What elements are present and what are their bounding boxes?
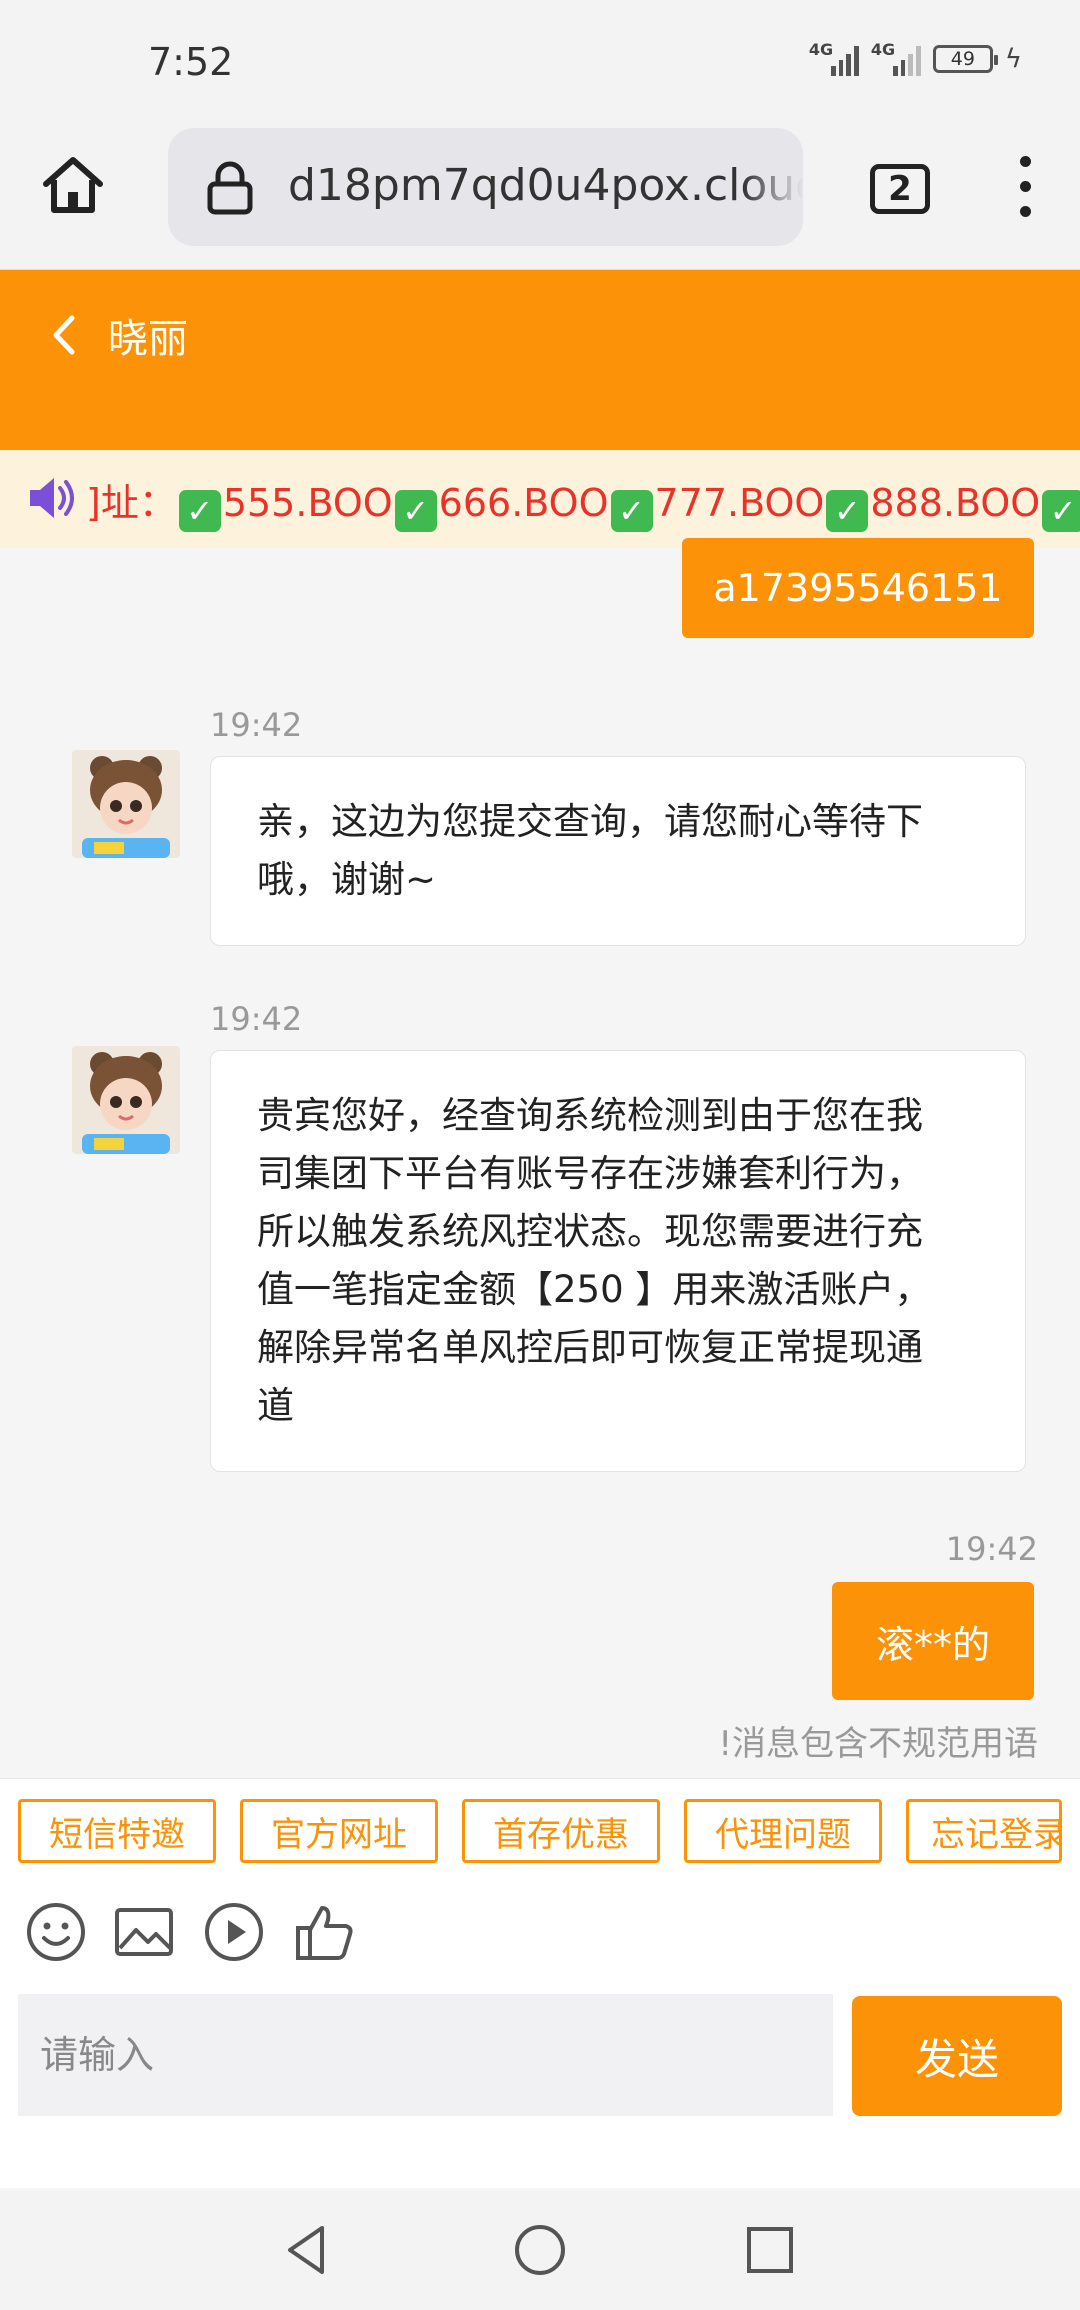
announcement-prefix: ]址： (86, 481, 177, 525)
check-icon: ✓ (1042, 490, 1080, 532)
network-type-label: 4G (808, 40, 834, 59)
announcement-bar: ]址：✓555.BOO✓666.BOO✓777.BOO✓888.BOO✓9 (0, 450, 1080, 548)
address-bar[interactable]: d18pm7qd0u4pox.cloudf (168, 128, 803, 246)
url-text: d18pm7qd0u4pox.cloudf (288, 160, 803, 211)
tab-switcher-button[interactable]: 2 (870, 164, 930, 214)
more-menu-icon[interactable] (1010, 156, 1040, 226)
message-line: 哦，谢谢~ (257, 858, 437, 901)
check-icon: ✓ (826, 490, 869, 532)
battery-icon: 49 (932, 45, 998, 73)
status-icons: 4G 4G 49 ϟ (808, 40, 1022, 76)
announcement-text: ]址：✓555.BOO✓666.BOO✓777.BOO✓888.BOO✓9 (86, 472, 1080, 532)
thumbs-up-icon[interactable] (292, 1900, 356, 1964)
check-icon: ✓ (394, 490, 437, 532)
speaker-icon (30, 478, 74, 518)
quick-reply-first-deposit[interactable]: 首存优惠 (462, 1799, 660, 1863)
announcement-link[interactable]: 666.BOO (439, 481, 609, 525)
outgoing-message[interactable]: 滚**的 (832, 1582, 1034, 1700)
agent-avatar[interactable] (72, 750, 180, 858)
home-icon[interactable] (38, 150, 108, 220)
message-text: 滚**的 (875, 1622, 990, 1667)
send-button[interactable]: 发送 (852, 1996, 1062, 2116)
message-line: 亲，这边为您提交查询，请您耐心等待下 (257, 800, 923, 843)
message-line: 解除异常名单风控后即可恢复正常提现通 (257, 1326, 923, 1369)
lock-icon (207, 161, 253, 215)
chat-messages[interactable]: a17395546151 19:42 亲，这边为您提交查询，请您耐心等待下 哦，… (0, 538, 1080, 1778)
home-nav-icon[interactable] (510, 2220, 570, 2280)
incoming-message[interactable]: 亲，这边为您提交查询，请您耐心等待下 哦，谢谢~ (210, 756, 1026, 946)
quick-replies: 短信特邀 官方网址 首存优惠 代理问题 忘记登录 (0, 1778, 1080, 1878)
emoji-icon[interactable] (24, 1900, 88, 1964)
chat-title: 晓丽 (108, 316, 188, 362)
composer: 发送 (0, 1988, 1080, 2188)
back-nav-icon[interactable] (278, 2220, 338, 2280)
message-line: 所以触发系统风控状态。现您需要进行充 (257, 1210, 923, 1253)
recents-nav-icon[interactable] (740, 2220, 800, 2280)
image-icon[interactable] (112, 1900, 176, 1964)
quick-reply-official-site[interactable]: 官方网址 (240, 1799, 438, 1863)
signal-icon: 4G (808, 40, 859, 76)
network-type-label: 4G (870, 40, 896, 59)
agent-avatar[interactable] (72, 1046, 180, 1154)
message-input[interactable] (18, 1994, 833, 2116)
message-line: 值一笔指定金额【250 】用来激活账户， (257, 1268, 932, 1311)
quick-reply-sms-invite[interactable]: 短信特邀 (18, 1799, 216, 1863)
charging-icon: ϟ (1004, 44, 1022, 74)
message-line: 道 (257, 1384, 294, 1427)
outgoing-message[interactable]: a17395546151 (682, 538, 1034, 638)
message-line: 司集团下平台有账号存在涉嫌套利行为， (257, 1152, 923, 1195)
battery-level: 49 (950, 48, 975, 70)
system-navigation-bar (0, 2190, 1080, 2310)
back-icon[interactable] (48, 310, 78, 360)
message-time: 19:42 (945, 1530, 1038, 1568)
announcement-link[interactable]: 777.BOO (655, 481, 825, 525)
check-icon: ✓ (610, 490, 653, 532)
check-icon: ✓ (178, 490, 221, 532)
composer-toolbar (0, 1878, 1080, 1988)
announcement-link[interactable]: 555.BOO (223, 481, 393, 525)
announcement-link[interactable]: 888.BOO (870, 481, 1040, 525)
chat-header: 晓丽 (0, 270, 1080, 450)
message-text: a17395546151 (713, 566, 1003, 610)
message-line: 贵宾您好，经查询系统检测到由于您在我 (257, 1094, 923, 1137)
message-time: 19:42 (210, 1000, 303, 1038)
incoming-message[interactable]: 贵宾您好，经查询系统检测到由于您在我 司集团下平台有账号存在涉嫌套利行为， 所以… (210, 1050, 1026, 1472)
signal-icon: 4G (870, 40, 921, 76)
browser-toolbar: d18pm7qd0u4pox.cloudf 2 (0, 120, 1080, 270)
message-warning: !消息包含不规范用语 (718, 1724, 1038, 1764)
quick-reply-agent-question[interactable]: 代理问题 (684, 1799, 882, 1863)
message-time: 19:42 (210, 706, 303, 744)
status-bar: 7:52 4G 4G 49 ϟ (0, 0, 1080, 120)
status-time: 7:52 (148, 40, 234, 84)
video-icon[interactable] (202, 1900, 266, 1964)
quick-reply-forgot-login[interactable]: 忘记登录 (906, 1799, 1062, 1863)
